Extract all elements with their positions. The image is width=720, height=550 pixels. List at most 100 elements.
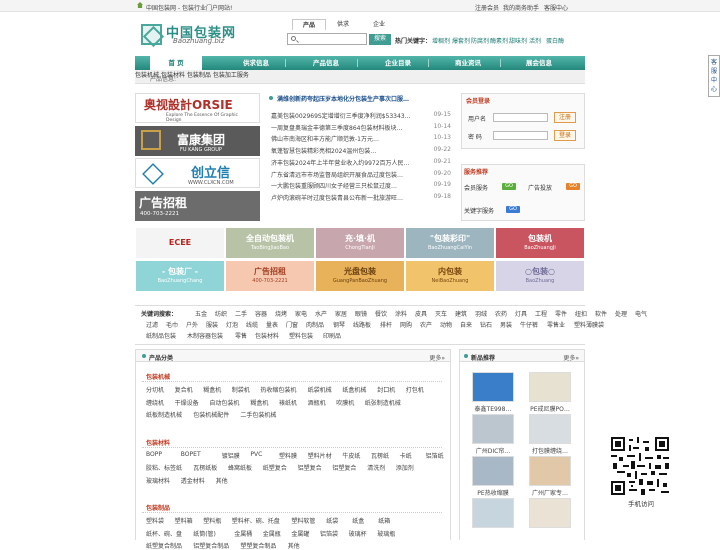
keyword-link[interactable]: 纺织 — [215, 309, 227, 318]
news-item[interactable]: 氧蓬智慧包装精彩亮相2024温州包装… 09-22 — [271, 145, 455, 155]
home-icon[interactable] — [137, 2, 143, 8]
hot-keyword[interactable]: 爆套剂 — [452, 36, 470, 45]
keyword-link[interactable]: 塑料包装 — [289, 331, 313, 340]
go-badge[interactable]: GO — [506, 206, 520, 213]
ad-banner-chuanglixin[interactable]: 创立信 WWW.CLXCN.COM — [135, 158, 260, 188]
category-link[interactable]: 卡纸 — [400, 451, 412, 460]
category-link[interactable]: 铝塑复合 — [332, 463, 356, 472]
category-link[interactable]: 镀铝膜 — [222, 451, 240, 460]
search-tab-product[interactable]: 产品 — [292, 19, 326, 30]
keyword-link[interactable]: 二手 — [235, 309, 247, 318]
keyword-link[interactable]: 过滤 — [146, 320, 158, 329]
keyword-link[interactable]: 零售业 — [547, 320, 565, 329]
subnav-item[interactable]: 包装加工服务 — [213, 72, 249, 79]
category-link[interactable]: 塑料瓶 — [203, 516, 221, 525]
service-center-link[interactable]: 客服中心 — [544, 3, 568, 12]
search-tab-supply[interactable]: 供求 — [330, 19, 356, 30]
recommend-more-link[interactable]: 更多» — [563, 353, 579, 362]
keyword-link[interactable]: 建筑 — [455, 309, 467, 318]
keyword-link[interactable]: 餐饮 — [375, 309, 387, 318]
category-link[interactable]: 热收缩包装机 — [260, 385, 296, 394]
nav-exhibitions[interactable]: 展会信息 — [514, 56, 564, 70]
brand-tile[interactable]: ○包装○ BaoZhuang — [496, 261, 584, 291]
keyword-link[interactable]: 肉制品 — [306, 320, 324, 329]
product-image[interactable] — [529, 456, 571, 486]
category-link[interactable]: 塑料软管 — [291, 516, 315, 525]
password-field[interactable] — [493, 131, 548, 140]
category-link[interactable]: 干燥设备 — [175, 398, 199, 407]
keyword-link[interactable]: 容器 — [255, 309, 267, 318]
category-link[interactable]: 铝箔袋 — [320, 529, 338, 538]
category-link[interactable]: 塑料片材 — [308, 451, 332, 460]
keyword-link[interactable]: 服装 — [206, 320, 218, 329]
category-section-title[interactable]: 包装机械 — [146, 372, 170, 381]
category-link[interactable]: 清洗剂 — [367, 463, 385, 472]
category-link[interactable]: 制袋机 — [232, 385, 250, 394]
news-item[interactable]: 嘉美包装002969S定增增衍三季度净利润$53343… 09-15 — [271, 110, 455, 120]
category-link[interactable]: 打包机 — [406, 385, 424, 394]
keyword-link[interactable]: 自来 — [460, 320, 472, 329]
keyword-link[interactable]: 塑料薄膜袋 — [574, 320, 604, 329]
search-button[interactable]: 搜索 — [369, 34, 391, 45]
keyword-link[interactable]: 软件 — [595, 309, 607, 318]
category-link[interactable]: 金属瓶 — [263, 529, 281, 538]
product-image[interactable] — [472, 456, 514, 486]
ad-banner-fukang[interactable]: 富康集团 FU KANG GROUP — [135, 126, 260, 156]
category-link[interactable]: 纸筒(管) — [193, 529, 216, 538]
keyword-link[interactable]: 网购 — [400, 320, 412, 329]
nav-home[interactable]: 首 页 — [150, 56, 202, 70]
keyword-link[interactable]: 水产 — [315, 309, 327, 318]
ad-banner-rent[interactable]: 广告招租 400-703-2221 — [135, 191, 260, 221]
category-link[interactable]: 分切机 — [146, 385, 164, 394]
category-link[interactable]: 塑料袋 — [146, 516, 164, 525]
category-link[interactable]: PVC — [250, 451, 262, 458]
category-link[interactable]: 纸盒机械 — [342, 385, 366, 394]
nav-news[interactable]: 商业资讯 — [443, 56, 493, 70]
keyword-link[interactable]: 农产 — [420, 320, 432, 329]
keyword-link[interactable]: 男装 — [500, 320, 512, 329]
product-image[interactable] — [472, 414, 514, 444]
category-link[interactable]: 纸塑复合制品 — [146, 541, 182, 550]
product-caption[interactable]: PE戒尼膜PO… — [524, 404, 576, 413]
category-link[interactable]: 铝箔纸 — [426, 451, 444, 460]
keyword-link[interactable]: 皮具 — [415, 309, 427, 318]
brand-tile[interactable]: ECEE — [136, 228, 224, 258]
category-link[interactable]: 复合机 — [175, 385, 193, 394]
brand-tile[interactable]: 包装机 BaoZhuangJi — [496, 228, 584, 258]
username-field[interactable] — [493, 113, 548, 122]
category-link[interactable]: 纸塑复合 — [263, 463, 287, 472]
keyword-link[interactable]: 排杆 — [380, 320, 392, 329]
keyword-link[interactable]: 眼镜 — [355, 309, 367, 318]
hot-keyword[interactable]: 酶素剂 — [490, 36, 508, 45]
brand-tile[interactable]: - 包装厂 - BaoZhuangChang — [136, 261, 224, 291]
category-link[interactable]: 纸张制造机械 — [365, 398, 401, 407]
keyword-link[interactable]: 零件 — [555, 309, 567, 318]
go-badge[interactable]: GO — [566, 183, 580, 190]
category-link[interactable]: 糊盒机 — [250, 398, 268, 407]
keyword-link[interactable]: 零售 — [235, 331, 247, 340]
category-link[interactable]: 纸袋机械 — [308, 385, 332, 394]
category-link[interactable]: 纸杯、碗、盘 — [146, 529, 182, 538]
news-item[interactable]: 一大鹏包装重服顾四川女子经营三只松鼠过度… 09-19 — [271, 180, 455, 190]
category-link[interactable]: 添加剂 — [396, 463, 414, 472]
category-link[interactable]: 瓦楞纸板 — [193, 463, 217, 472]
category-link[interactable]: BOPP — [146, 451, 162, 458]
keyword-link[interactable]: 钻石 — [480, 320, 492, 329]
keyword-link[interactable]: 动物 — [440, 320, 452, 329]
category-link[interactable]: BOPET — [181, 451, 201, 458]
product-caption[interactable]: PE热收缩膜 — [467, 488, 519, 497]
keyword-link[interactable]: 纽扣 — [575, 309, 587, 318]
category-link[interactable]: 透金材料 — [181, 476, 205, 485]
keyword-link[interactable]: 工程 — [535, 309, 547, 318]
news-item[interactable]: 一周复盘奥瑞金丰德第三季度864包装材料板块… 10-14 — [271, 122, 455, 132]
hot-keyword[interactable]: 甜味剂 — [509, 36, 527, 45]
go-badge[interactable]: GO — [502, 183, 516, 190]
keyword-link[interactable]: 木制容器包装 — [187, 331, 223, 340]
business-assistant-link[interactable]: 我的商务助手 — [503, 3, 539, 12]
keyword-link[interactable]: 电气 — [635, 309, 647, 318]
category-link[interactable]: 纸板制造机械 — [146, 410, 182, 419]
category-link[interactable]: 纸箱 — [378, 516, 390, 525]
category-link[interactable]: 包装机械配件 — [193, 410, 229, 419]
product-image[interactable] — [529, 372, 571, 402]
category-link[interactable]: 塑料箱 — [175, 516, 193, 525]
